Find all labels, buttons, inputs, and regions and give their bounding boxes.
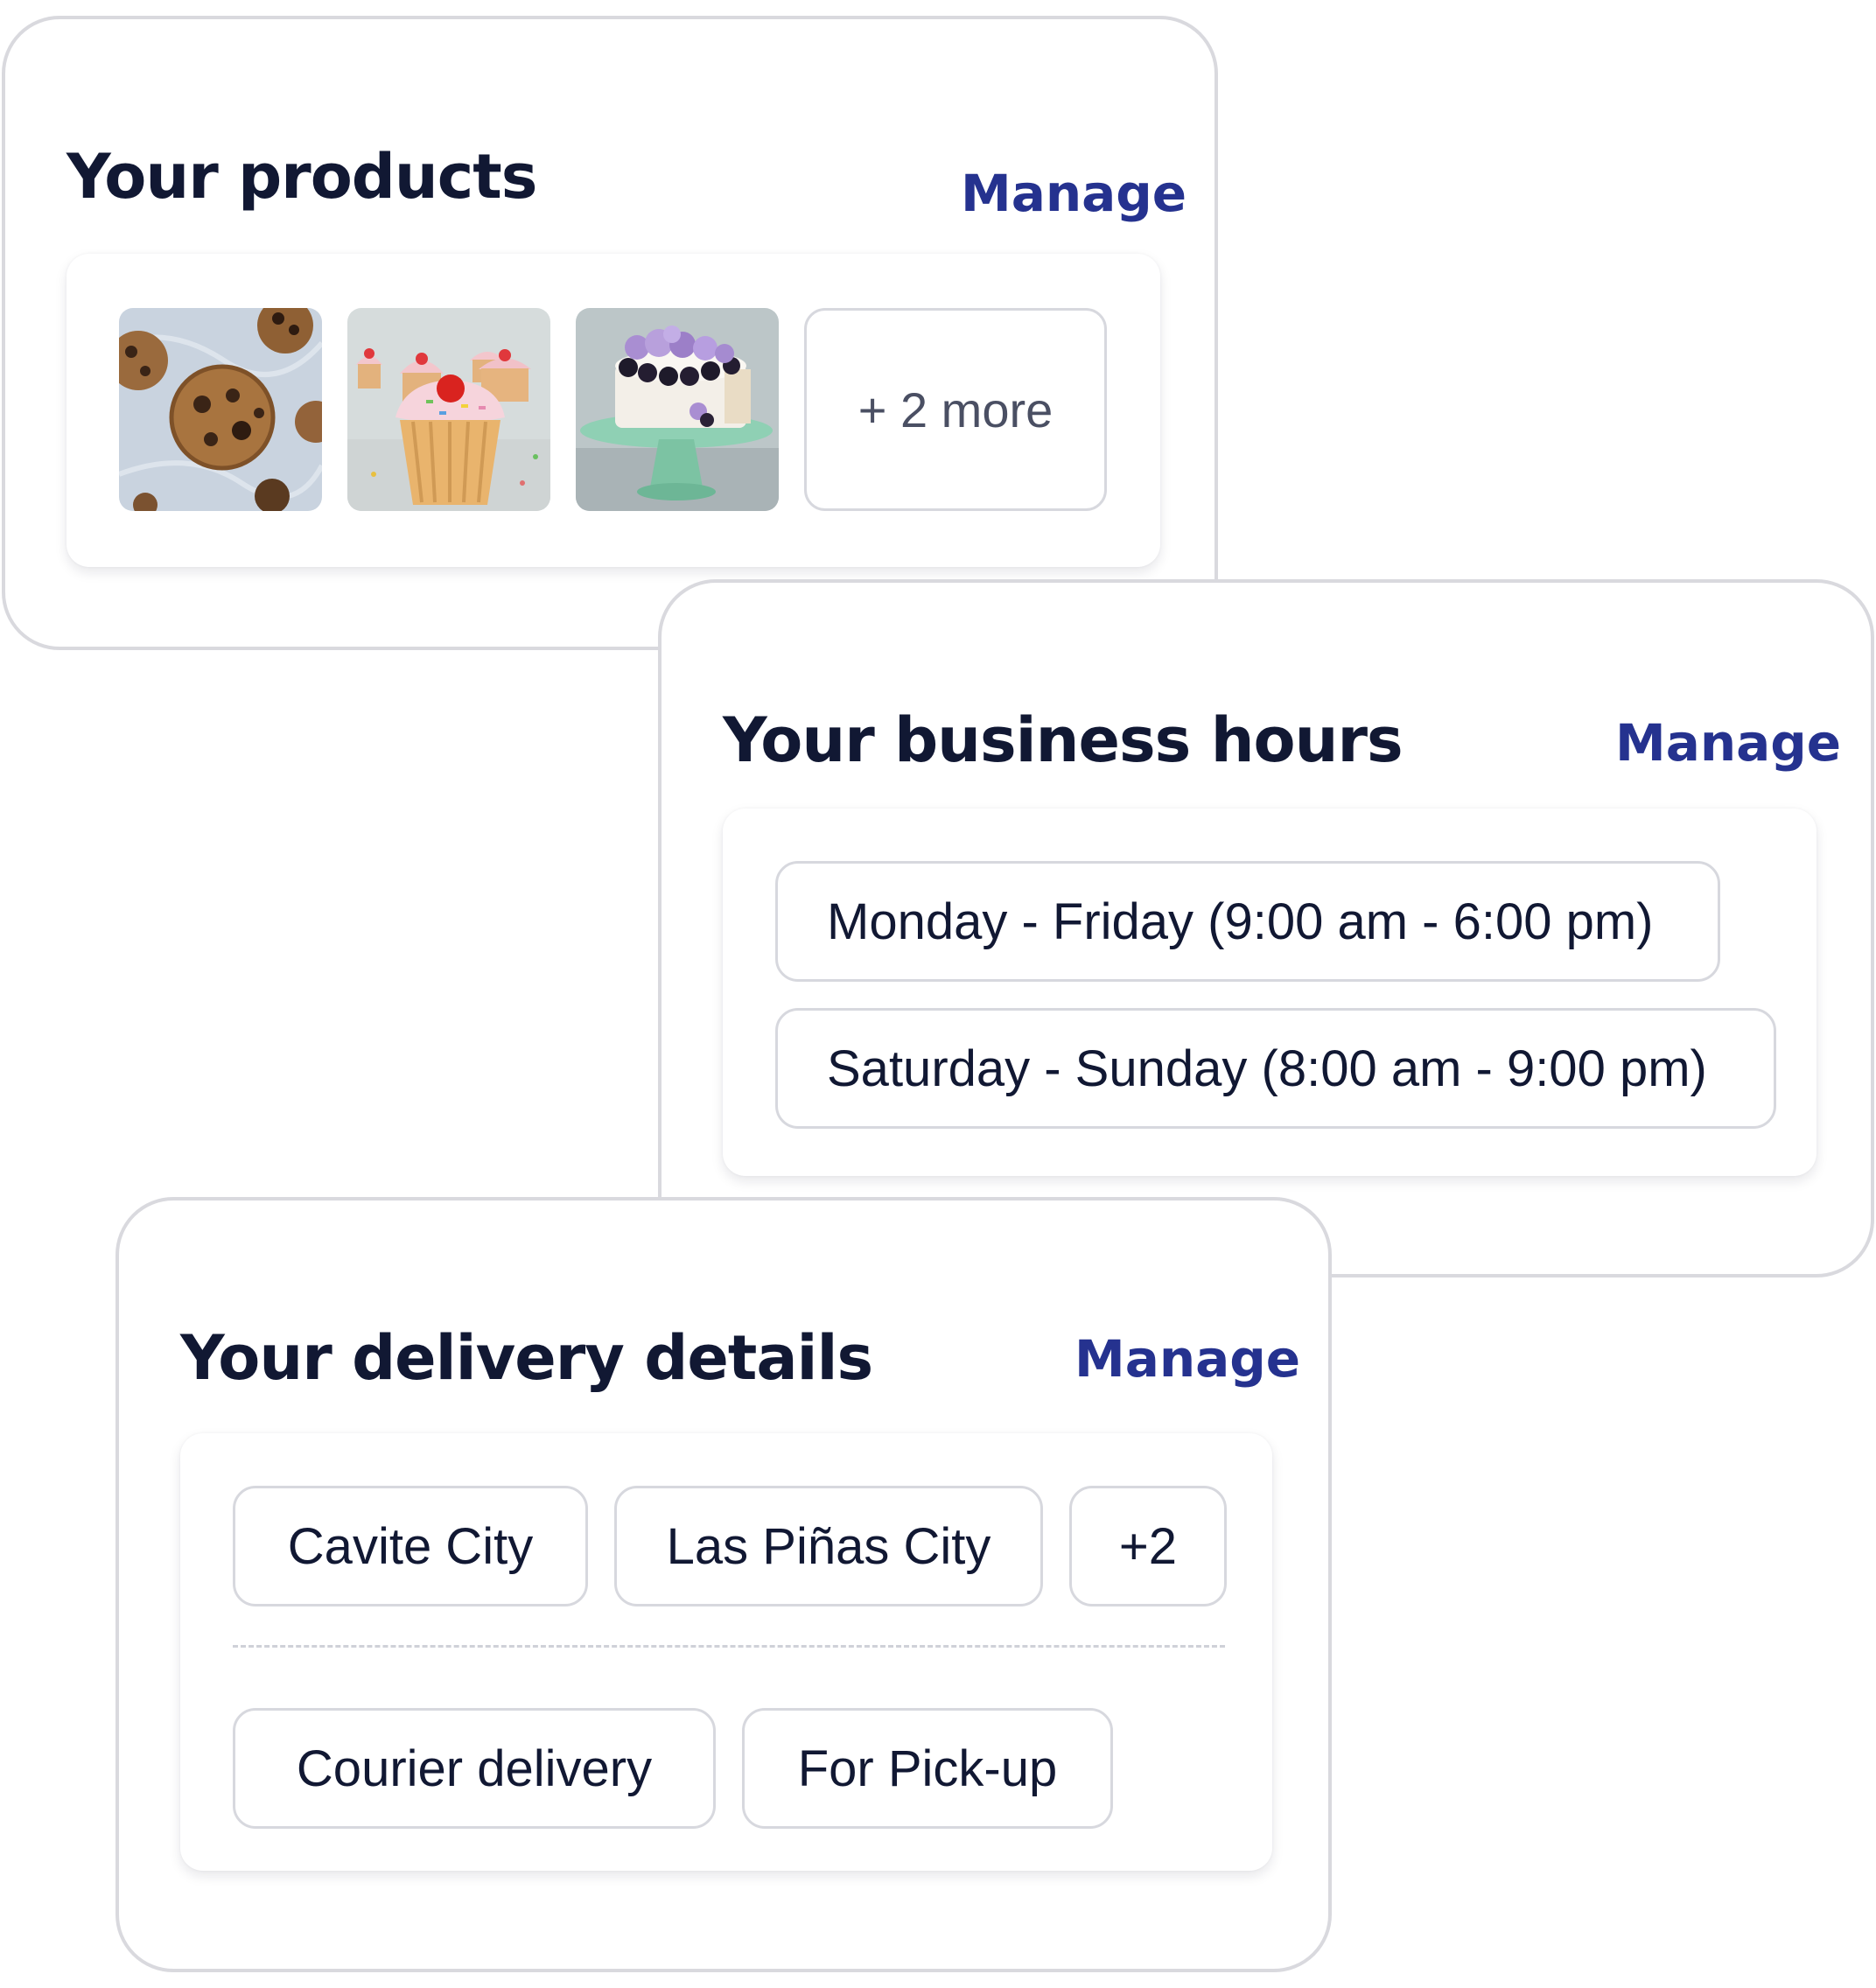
products-card-title: Your products [66, 141, 537, 213]
product-thumb-cupcake[interactable] [347, 308, 550, 511]
product-thumb-cake[interactable] [576, 308, 779, 511]
blackberry-cake-photo-icon [576, 308, 779, 511]
delivery-method-chip: Courier delivery [233, 1708, 716, 1829]
delivery-areas-more-button[interactable]: +2 [1069, 1486, 1227, 1606]
business-hours-card: Your business hours Manage Monday - Frid… [658, 579, 1874, 1278]
delivery-method-chip: For Pick-up [742, 1708, 1113, 1829]
delivery-area-chip: Las Piñas City [614, 1486, 1043, 1606]
cupcake-photo-icon [347, 308, 550, 511]
product-thumb-cookies[interactable] [119, 308, 322, 511]
delivery-divider [233, 1645, 1225, 1648]
more-products-button[interactable]: + 2 more [804, 308, 1107, 511]
delivery-area-chip: Cavite City [233, 1486, 588, 1606]
cookies-photo-icon [119, 308, 322, 511]
business-hours-panel: Monday - Friday (9:00 am - 6:00 pm) Satu… [723, 808, 1816, 1176]
delivery-details-card: Your delivery details Manage Cavite City… [116, 1197, 1332, 1972]
hours-slot-weekdays: Monday - Friday (9:00 am - 6:00 pm) [775, 861, 1720, 982]
delivery-details-card-title: Your delivery details [180, 1322, 873, 1394]
products-manage-link[interactable]: Manage [961, 168, 1186, 219]
products-card: Your products Manage + 2 more [2, 16, 1218, 650]
business-hours-manage-link[interactable]: Manage [1615, 718, 1841, 768]
delivery-details-panel: Cavite City Las Piñas City +2 Courier de… [180, 1433, 1272, 1871]
products-panel: + 2 more [66, 254, 1160, 567]
delivery-manage-link[interactable]: Manage [1074, 1334, 1300, 1384]
business-hours-card-title: Your business hours [723, 704, 1404, 776]
hours-slot-weekend: Saturday - Sunday (8:00 am - 9:00 pm) [775, 1008, 1776, 1129]
